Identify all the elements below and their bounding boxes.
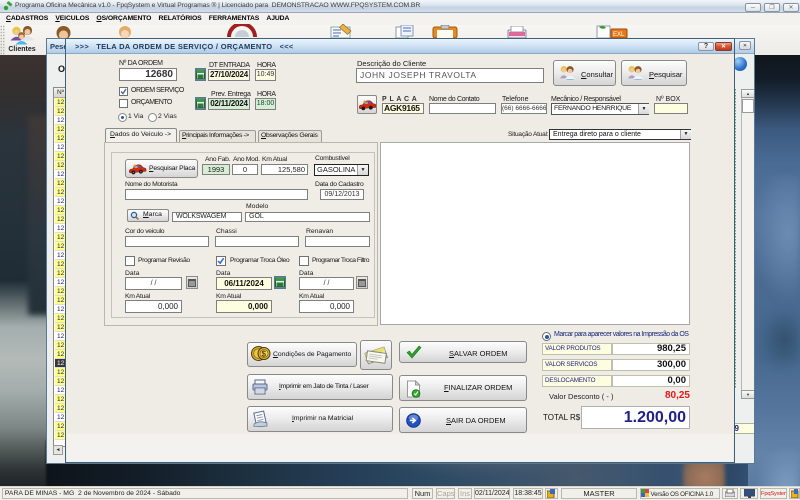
svg-text:$: $ [262, 350, 267, 359]
